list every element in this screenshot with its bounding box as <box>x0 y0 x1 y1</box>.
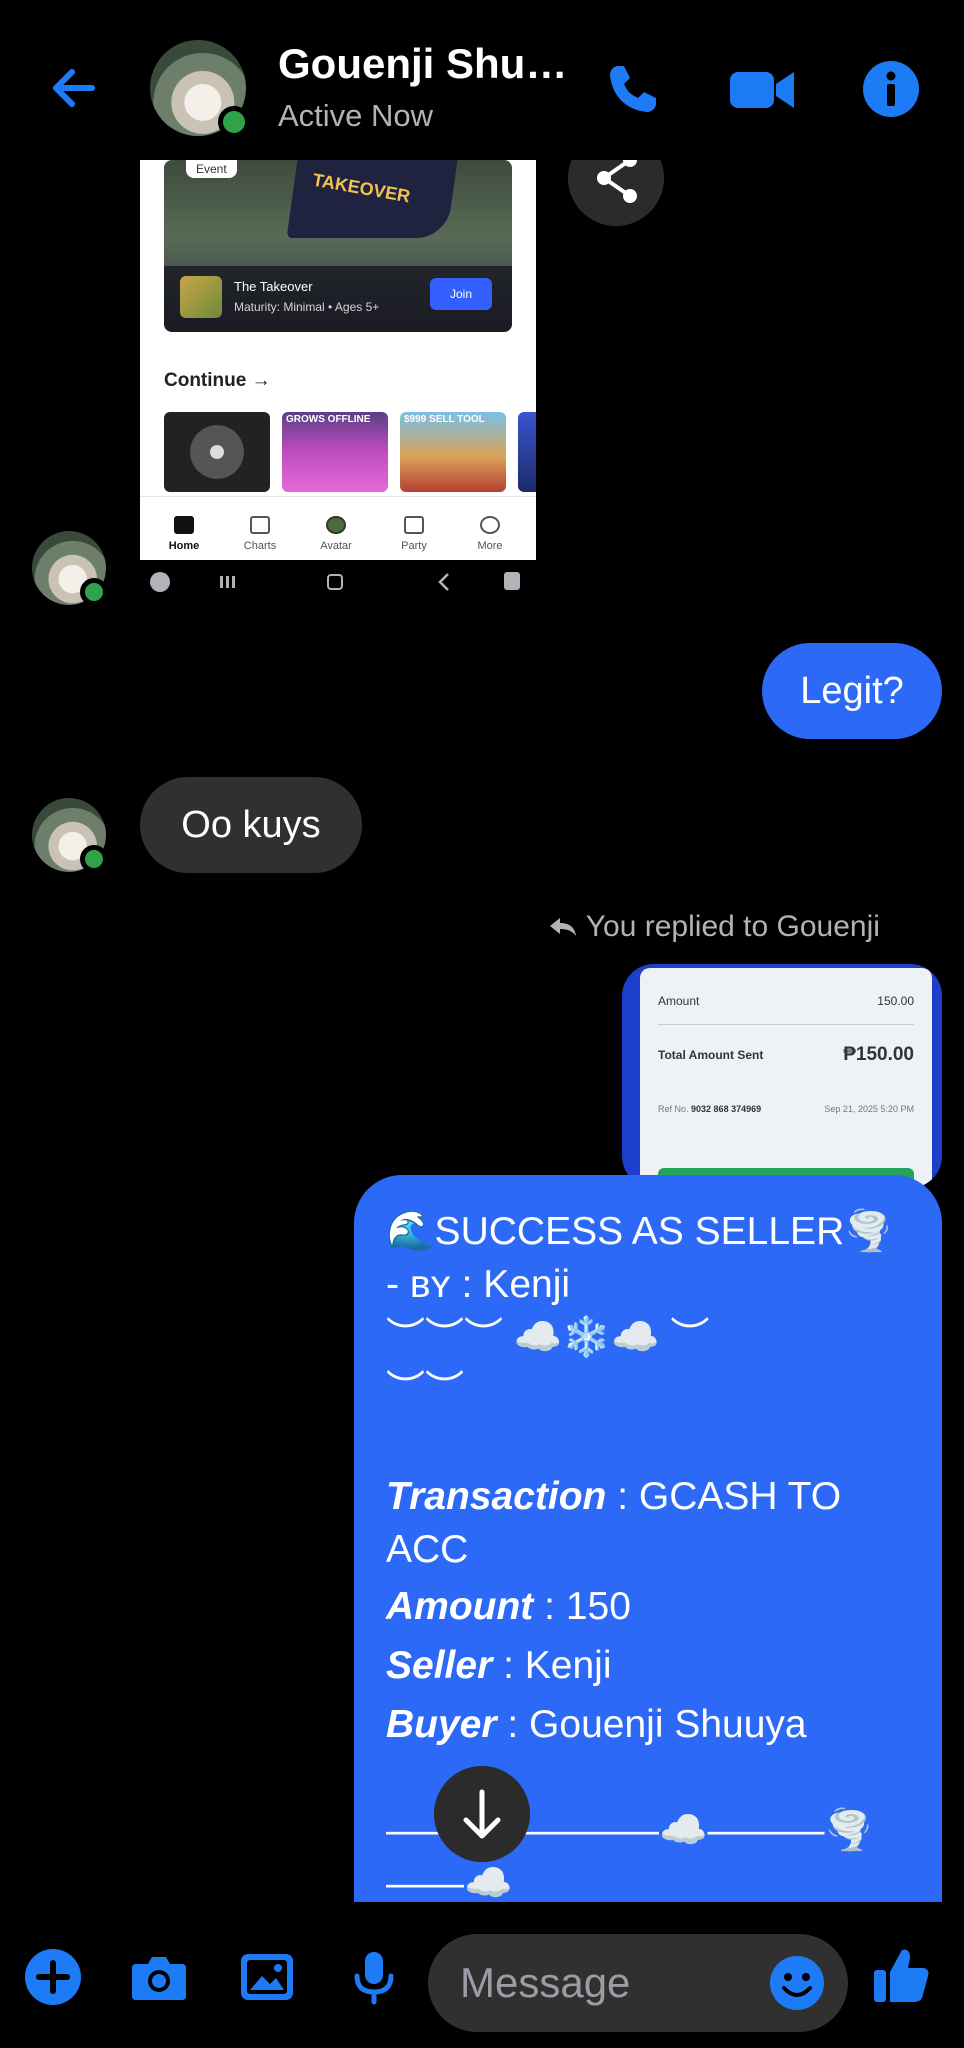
amount-value: : 150 <box>533 1585 631 1628</box>
online-indicator <box>80 845 108 873</box>
receipt-amount-label: Amount <box>658 994 700 1008</box>
transaction-value-cont: ACC <box>386 1528 469 1571</box>
thumbs-up-icon[interactable] <box>870 1944 934 2008</box>
contact-name[interactable]: Gouenji Shu… <box>278 40 567 88</box>
receipt-ref-row: Ref No. 9032 868 374969 Sep 21, 2025 5:2… <box>658 1104 914 1114</box>
nav-label: More <box>477 540 503 552</box>
seller-label: Seller <box>386 1644 493 1687</box>
receipt-total-value: ₱150.00 <box>843 1044 914 1065</box>
system-nav-bar <box>150 572 520 592</box>
app-nav-bar: Home Charts Avatar Party More <box>140 496 536 560</box>
amount-label: Amount <box>386 1585 534 1628</box>
transaction-line: Transaction : GCASH TO <box>386 1470 912 1523</box>
receipt-total-row: Total Amount Sent ₱150.00 <box>658 1044 914 1065</box>
reply-arrow-icon <box>550 918 576 936</box>
receipt-ref-label: Ref No. <box>658 1104 689 1114</box>
receipt-amount-row: Amount 150.00 <box>658 994 914 1008</box>
buyer-line: Buyer : Gouenji Shuuya <box>386 1698 912 1751</box>
event-card: Event TAKEOVER The Takeover Maturity: Mi… <box>164 160 512 332</box>
amount-line: Amount : 150 <box>386 1580 912 1633</box>
shared-screenshot[interactable]: Event TAKEOVER The Takeover Maturity: Mi… <box>140 160 536 560</box>
nav-label: Party <box>401 540 427 552</box>
nav-avatar: Avatar <box>306 516 366 552</box>
camera-icon[interactable] <box>130 1948 188 2006</box>
seller-line: Seller : Kenji <box>386 1639 912 1692</box>
info-icon[interactable] <box>860 58 922 120</box>
event-subtitle: Maturity: Minimal • Ages 5+ <box>234 300 380 314</box>
transaction-value: : GCASH TO <box>606 1475 842 1518</box>
nav-charts: Charts <box>230 516 290 552</box>
reply-label: You replied to Gouenji <box>548 910 880 944</box>
message-divider: ——☁️ <box>386 1862 513 1905</box>
join-button: Join <box>430 278 492 310</box>
video-call-icon[interactable] <box>728 58 796 120</box>
seller-value: : Kenji <box>492 1644 612 1687</box>
transaction-label: Transaction <box>386 1475 607 1518</box>
event-info-bar: The Takeover Maturity: Minimal • Ages 5+… <box>164 266 512 332</box>
online-indicator <box>218 106 250 138</box>
event-title: The Takeover <box>234 279 313 294</box>
nav-party: Party <box>384 516 444 552</box>
message-field[interactable] <box>428 1934 848 2032</box>
scroll-down-button[interactable] <box>434 1766 530 1862</box>
back-arrow-icon[interactable] <box>44 58 104 118</box>
buyer-label: Buyer <box>386 1703 497 1746</box>
receipt-ref-value: 9032 868 374969 <box>691 1104 762 1114</box>
message-bubble-outgoing[interactable]: Legit? <box>762 643 942 739</box>
receipt-total-label: Total Amount Sent <box>658 1048 764 1062</box>
game-tile <box>518 412 536 492</box>
game-tile: GROWS OFFLINE <box>282 412 388 492</box>
reply-label-text: You replied to Gouenji <box>585 910 880 943</box>
game-tile: $999 SELL TOOL <box>400 412 506 492</box>
phone-call-icon[interactable] <box>602 58 664 120</box>
buyer-value: : Gouenji Shuuya <box>496 1703 807 1746</box>
nav-label: Avatar <box>320 540 352 552</box>
divider <box>658 1024 914 1025</box>
message-input[interactable] <box>460 1934 760 2032</box>
gcash-receipt: Amount 150.00 Total Amount Sent ₱150.00 … <box>640 968 932 1188</box>
event-tag: Event <box>186 160 237 178</box>
game-tile <box>164 412 270 492</box>
message-line: ︶︶︶ ☁️❄️☁️ ︶ <box>386 1316 710 1359</box>
receipt-amount-value: 150.00 <box>877 994 914 1008</box>
nav-label: Home <box>168 540 200 552</box>
receipt-ref-date: Sep 21, 2025 5:20 PM <box>824 1104 914 1114</box>
event-thumbnail <box>180 276 222 318</box>
message-bubble-incoming[interactable]: Oo kuys <box>140 777 362 873</box>
chat-header: Gouenji Shu… Active Now <box>0 0 964 160</box>
continue-heading: Continue → <box>164 370 271 391</box>
gallery-icon[interactable] <box>238 1948 296 2006</box>
message-line: ︶︶ <box>386 1369 465 1412</box>
game-tile-label: GROWS OFFLINE <box>286 414 371 425</box>
nav-more: More <box>460 516 520 552</box>
message-line: - ʙʏ : Kenji <box>386 1263 571 1306</box>
plus-icon[interactable] <box>24 1948 82 2006</box>
emoji-icon[interactable] <box>768 1954 826 2012</box>
nav-home: Home <box>154 516 214 552</box>
online-indicator <box>80 578 108 606</box>
game-tile-label: $999 SELL TOOL <box>404 414 485 425</box>
nav-label: Charts <box>243 540 277 552</box>
microphone-icon[interactable] <box>345 1948 403 2006</box>
contact-status: Active Now <box>278 98 434 133</box>
replied-image-preview[interactable]: Amount 150.00 Total Amount Sent ₱150.00 … <box>622 964 942 1188</box>
message-line: 🌊SUCCESS AS SELLER🌪️ <box>386 1210 893 1253</box>
